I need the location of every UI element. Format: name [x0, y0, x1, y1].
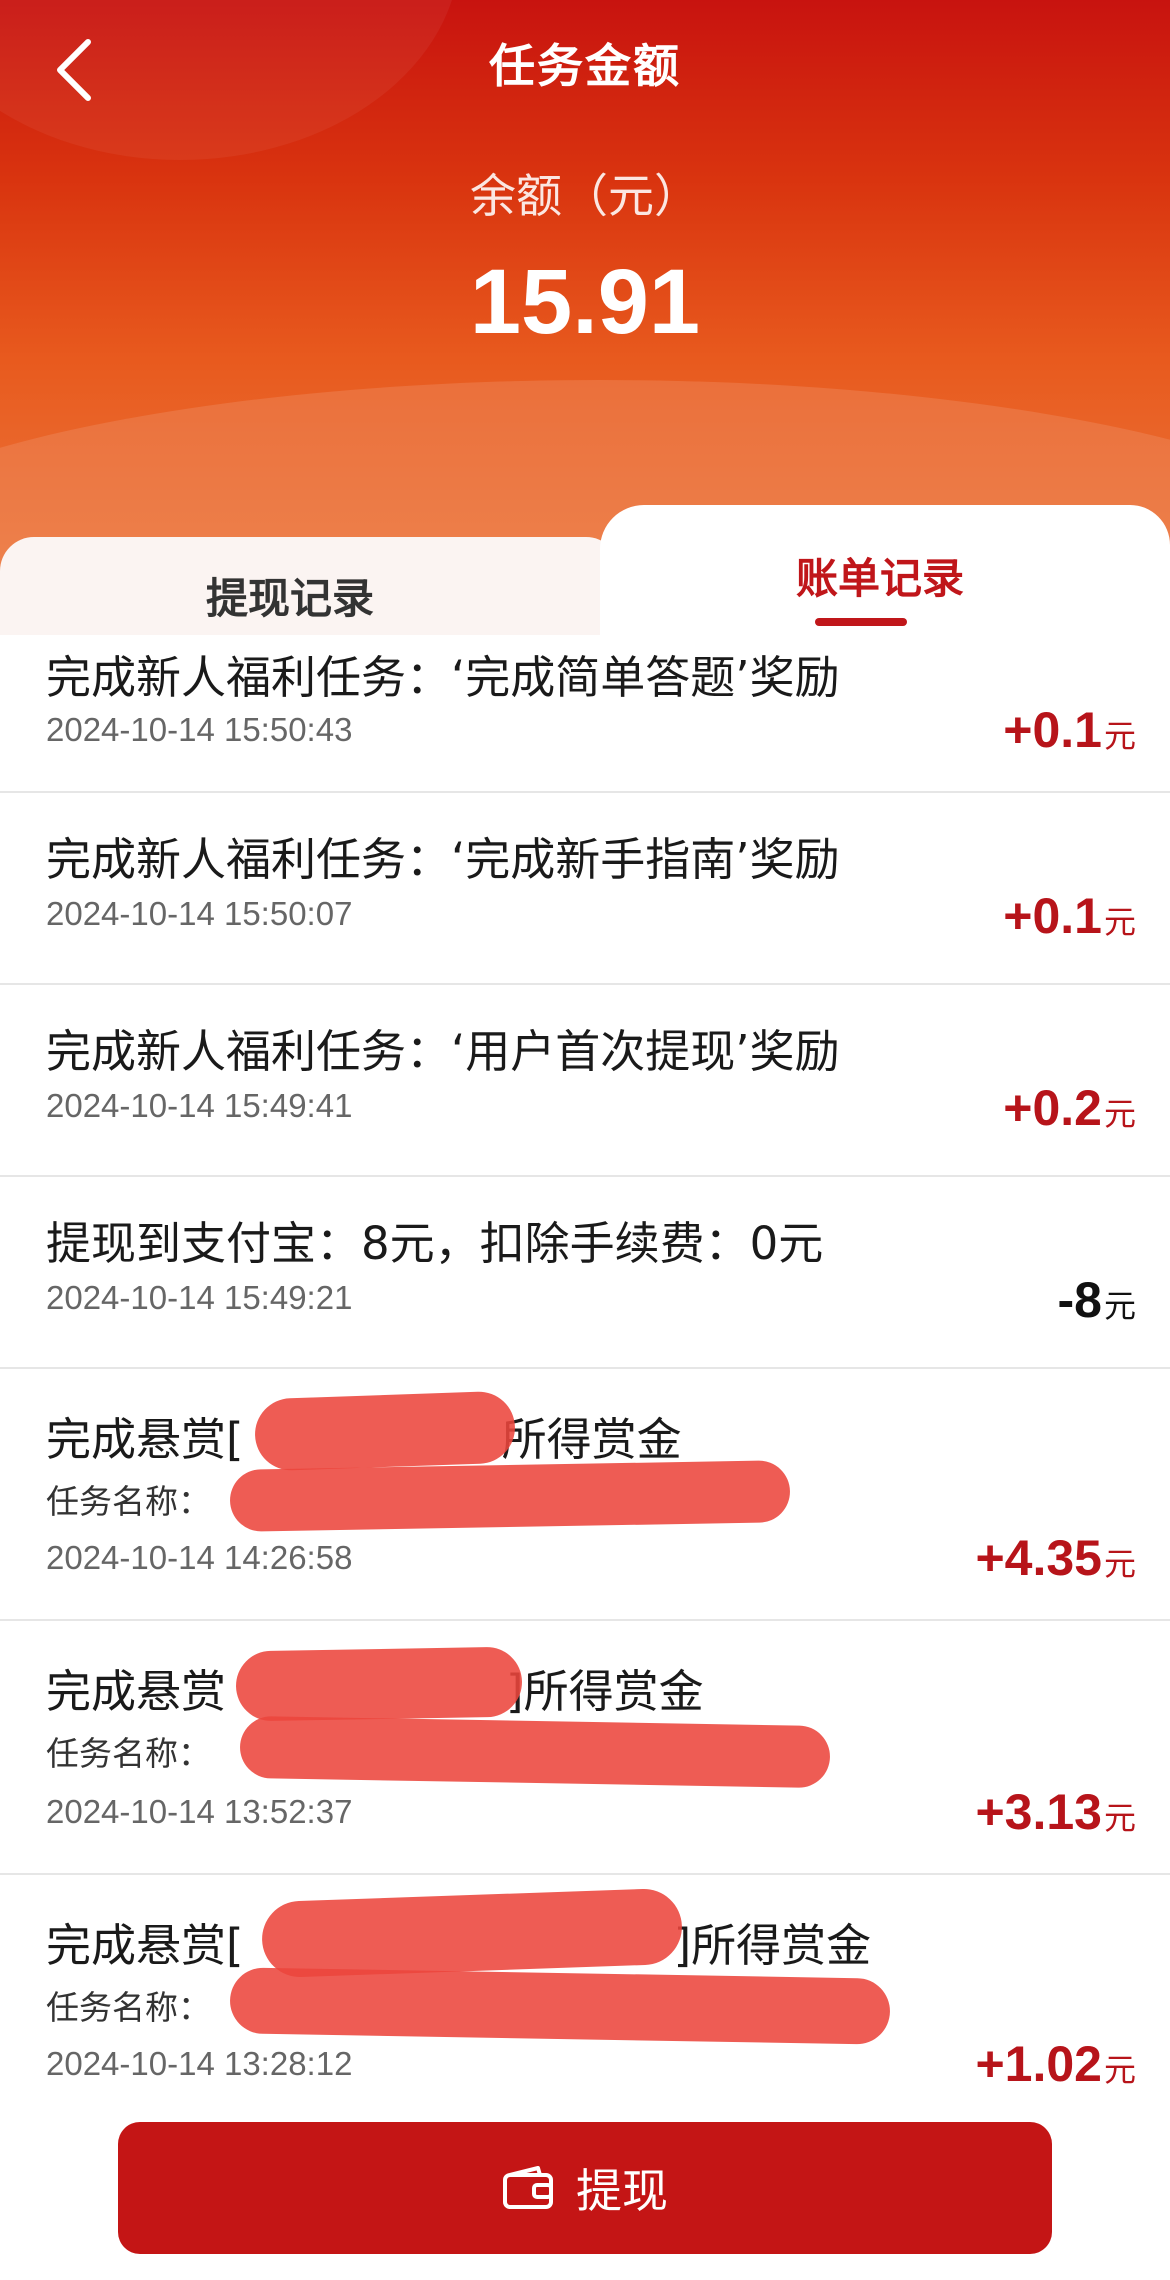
list-item[interactable]: 完成悬赏[ 所得赏金 任务名称： 2024-10-14 14:26:58 +4.3… — [0, 1369, 1170, 1621]
withdraw-button[interactable]: 提现 — [118, 2122, 1052, 2254]
amount-unit: 元 — [1103, 1800, 1136, 1836]
amount-unit: 元 — [1103, 718, 1136, 754]
tab-bar: 提现记录 账单记录 — [0, 505, 1170, 635]
balance-label: 余额（元） — [470, 169, 700, 223]
amount-unit: 元 — [1103, 1288, 1136, 1324]
amount-value: +0.1 — [1003, 702, 1102, 758]
amount-value: +0.2 — [1003, 1080, 1102, 1136]
active-tab-indicator — [815, 618, 907, 626]
record-title: 完成新人福利任务：‘用户首次提现’奖励 — [46, 1025, 840, 1078]
record-amount: +1.02元 — [975, 2035, 1136, 2093]
record-time: 2024-10-14 13:28:12 — [46, 2045, 353, 2082]
amount-unit: 元 — [1103, 1096, 1136, 1132]
amount-unit: 元 — [1103, 904, 1136, 940]
amount-unit: 元 — [1103, 1546, 1136, 1582]
tab-label: 账单记录 — [795, 554, 964, 603]
record-time: 2024-10-14 15:50:43 — [46, 711, 353, 748]
title-prefix: 完成悬赏[ — [46, 1413, 244, 1466]
record-time: 2024-10-14 15:50:07 — [46, 895, 353, 932]
page-title: 任务金额 — [489, 39, 681, 93]
list-item[interactable]: 完成新人福利任务：‘完成新手指南’奖励 2024-10-14 15:50:07 … — [0, 793, 1170, 985]
title-prefix: 完成悬赏 — [46, 1665, 227, 1718]
amount-value: +1.02 — [975, 2036, 1102, 2092]
wallet-icon — [503, 2166, 553, 2209]
tab-bill-records[interactable]: 账单记录 — [600, 505, 1170, 635]
amount-value: +3.13 — [975, 1784, 1102, 1840]
list-item[interactable]: 完成悬赏[ ]所得赏金 任务名称： 2024-10-14 13:28:12 +1.… — [0, 1875, 1170, 2115]
record-amount: +3.13元 — [975, 1783, 1136, 1841]
redaction-mark — [260, 1887, 684, 1979]
redaction-mark — [229, 1460, 791, 1532]
withdraw-button-label: 提现 — [576, 2164, 668, 2218]
title-suffix: ]所得赏金 — [673, 1919, 872, 1972]
redaction-mark — [229, 1967, 891, 2045]
list-item[interactable]: 完成悬赏 ]所得赏金 任务名称： 2024-10-14 13:52:37 +3.1… — [0, 1621, 1170, 1875]
amount-value: +0.1 — [1003, 888, 1102, 944]
tab-label: 提现记录 — [205, 574, 374, 623]
record-task-name: 任务名称： — [46, 1482, 211, 1521]
title-prefix: 完成悬赏[ — [46, 1919, 244, 1972]
list-item[interactable]: 完成新人福利任务：‘用户首次提现’奖励 2024-10-14 15:49:41 … — [0, 985, 1170, 1177]
record-title: 完成新人福利任务：‘完成新手指南’奖励 — [46, 833, 840, 886]
list-item[interactable]: 提现到支付宝：8元，扣除手续费：0元 2024-10-14 15:49:21 -… — [0, 1177, 1170, 1369]
redaction-mark — [239, 1715, 831, 1789]
record-time: 2024-10-14 14:26:58 — [46, 1539, 353, 1576]
tab-withdraw-records[interactable]: 提现记录 — [0, 537, 620, 635]
record-title: 提现到支付宝：8元，扣除手续费：0元 — [46, 1217, 824, 1270]
record-amount: -8元 — [1058, 1271, 1136, 1329]
redaction-mark — [235, 1646, 523, 1722]
record-task-name: 任务名称： — [46, 1988, 211, 2027]
amount-unit: 元 — [1103, 2052, 1136, 2088]
record-list[interactable]: 完成新人福利任务：‘完成简单答题’奖励 2024-10-14 15:50:43 … — [0, 635, 1170, 2115]
record-time: 2024-10-14 13:52:37 — [46, 1793, 353, 1830]
record-amount: +0.1元 — [1003, 887, 1136, 945]
record-time: 2024-10-14 15:49:21 — [46, 1279, 353, 1316]
amount-value: +4.35 — [975, 1530, 1102, 1586]
record-amount: +0.2元 — [1003, 1079, 1136, 1137]
redaction-mark — [253, 1390, 517, 1472]
record-time: 2024-10-14 15:49:41 — [46, 1087, 353, 1124]
title-suffix: 所得赏金 — [501, 1413, 682, 1466]
record-amount: +0.1元 — [1003, 701, 1136, 759]
record-title: 完成新人福利任务：‘完成简单答题’奖励 — [46, 651, 840, 704]
record-task-name: 任务名称： — [46, 1734, 211, 1773]
balance-value: 15.91 — [469, 251, 701, 353]
title-suffix: ]所得赏金 — [506, 1665, 704, 1718]
amount-value: -8 — [1057, 1272, 1102, 1328]
record-amount: +4.35元 — [975, 1529, 1136, 1587]
list-item[interactable]: 完成新人福利任务：‘完成简单答题’奖励 2024-10-14 15:50:43 … — [0, 635, 1170, 793]
